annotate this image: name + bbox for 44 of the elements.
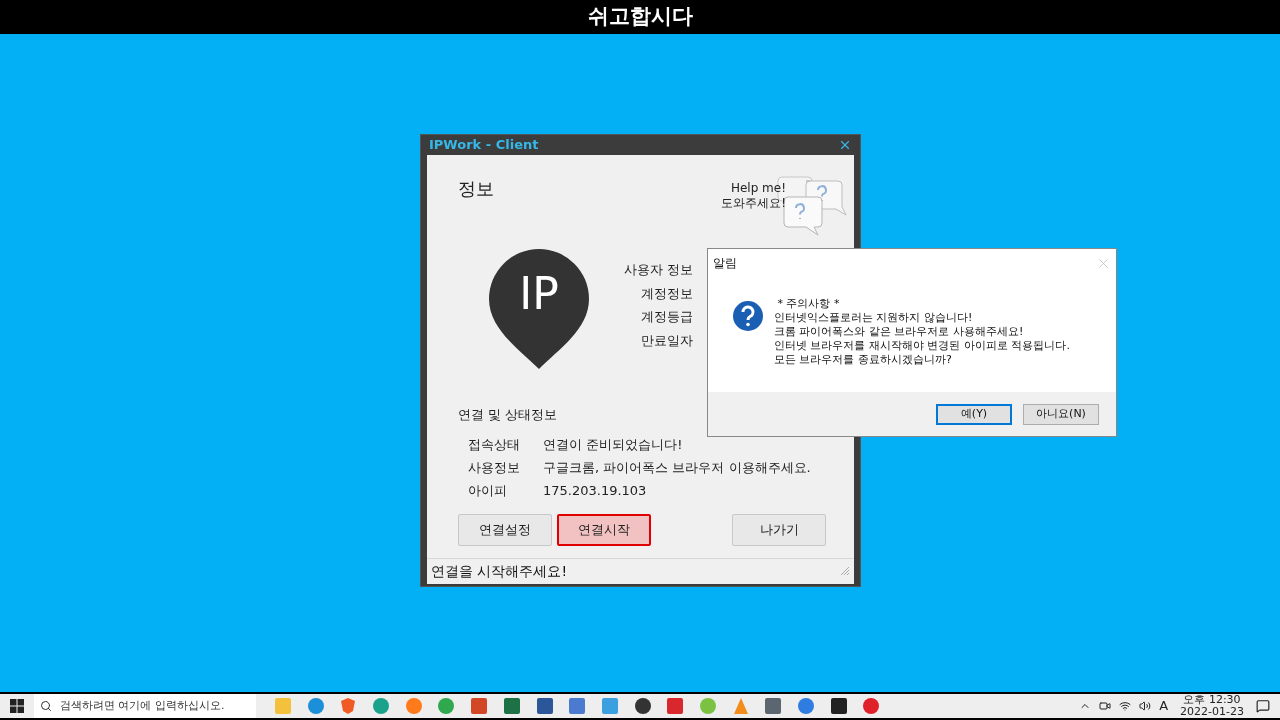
volume-icon[interactable]	[1139, 700, 1152, 712]
windows-logo-icon[interactable]	[10, 699, 24, 713]
dialog-button[interactable]: 예(Y)	[936, 403, 1012, 425]
dialog-message: 인터넷 브라우저를 재시작해야 변경된 아이피로 적용됩니다.	[774, 339, 1070, 353]
dialog-title: 알림	[713, 255, 737, 272]
dialog-message: * 주의사항 *	[776, 297, 841, 311]
input-method-indicator[interactable]: A	[1159, 696, 1169, 716]
wifi-icon[interactable]	[1119, 700, 1132, 712]
notification-icon[interactable]	[1256, 699, 1270, 713]
status-label: 접속상태	[468, 435, 521, 454]
dialog-message: 모든 브라우저를 종료하시겠습니까?	[774, 353, 953, 367]
field-label: 만료일자	[641, 331, 693, 350]
help-text: 도와주세요!	[721, 195, 786, 211]
search-field[interactable]: 검색하려면 여기에 입력하십시오.	[34, 694, 256, 718]
section-heading: 정보	[458, 176, 494, 201]
status-value: 구글크롬, 파이어폭스 브라우저 이용해주세요.	[543, 458, 811, 477]
status-label: 사용정보	[468, 458, 521, 477]
window-title: IPWork - Client	[429, 136, 539, 154]
dialog-button[interactable]: 아니요(N)	[1023, 403, 1099, 425]
action-button[interactable]: 연결설정	[458, 513, 552, 546]
status-value: 175.203.19.103	[543, 481, 647, 500]
app-icon[interactable]	[666, 697, 685, 715]
shield-icon[interactable]	[339, 697, 358, 715]
action-button[interactable]: 연결시작	[557, 513, 651, 546]
logo-text: IP	[518, 269, 560, 318]
app-icon[interactable]	[568, 697, 587, 715]
user-info-heading: 사용자 정보	[623, 260, 693, 279]
clock[interactable]: 오후 12:30 2022-01-23	[1180, 694, 1244, 718]
camera-icon[interactable]	[1099, 700, 1112, 712]
status-message: 연결을 시작해주세요!	[431, 561, 568, 581]
cone-icon[interactable]	[731, 697, 750, 715]
resize-grip-icon	[840, 566, 850, 576]
status-label: 아이피	[468, 481, 508, 500]
banner-title: 쉬고합시다	[587, 3, 693, 31]
field-label: 계정등급	[641, 308, 693, 326]
field-label: 계정정보	[641, 284, 693, 303]
question-icon	[732, 300, 764, 332]
status-value: 연결이 준비되었습니다!	[543, 435, 683, 454]
search-icon	[40, 700, 52, 712]
status-heading: 연결 및 상태정보	[458, 405, 559, 424]
dialog-message: 크롬 파이어폭스와 같은 브라우저로 사용해주세요!	[774, 325, 1025, 339]
action-button[interactable]: 나가기	[732, 513, 826, 546]
help-text: Help me!	[730, 180, 786, 196]
dialog-message: 인터넷익스플로러는 지원하지 않습니다!	[774, 311, 974, 325]
